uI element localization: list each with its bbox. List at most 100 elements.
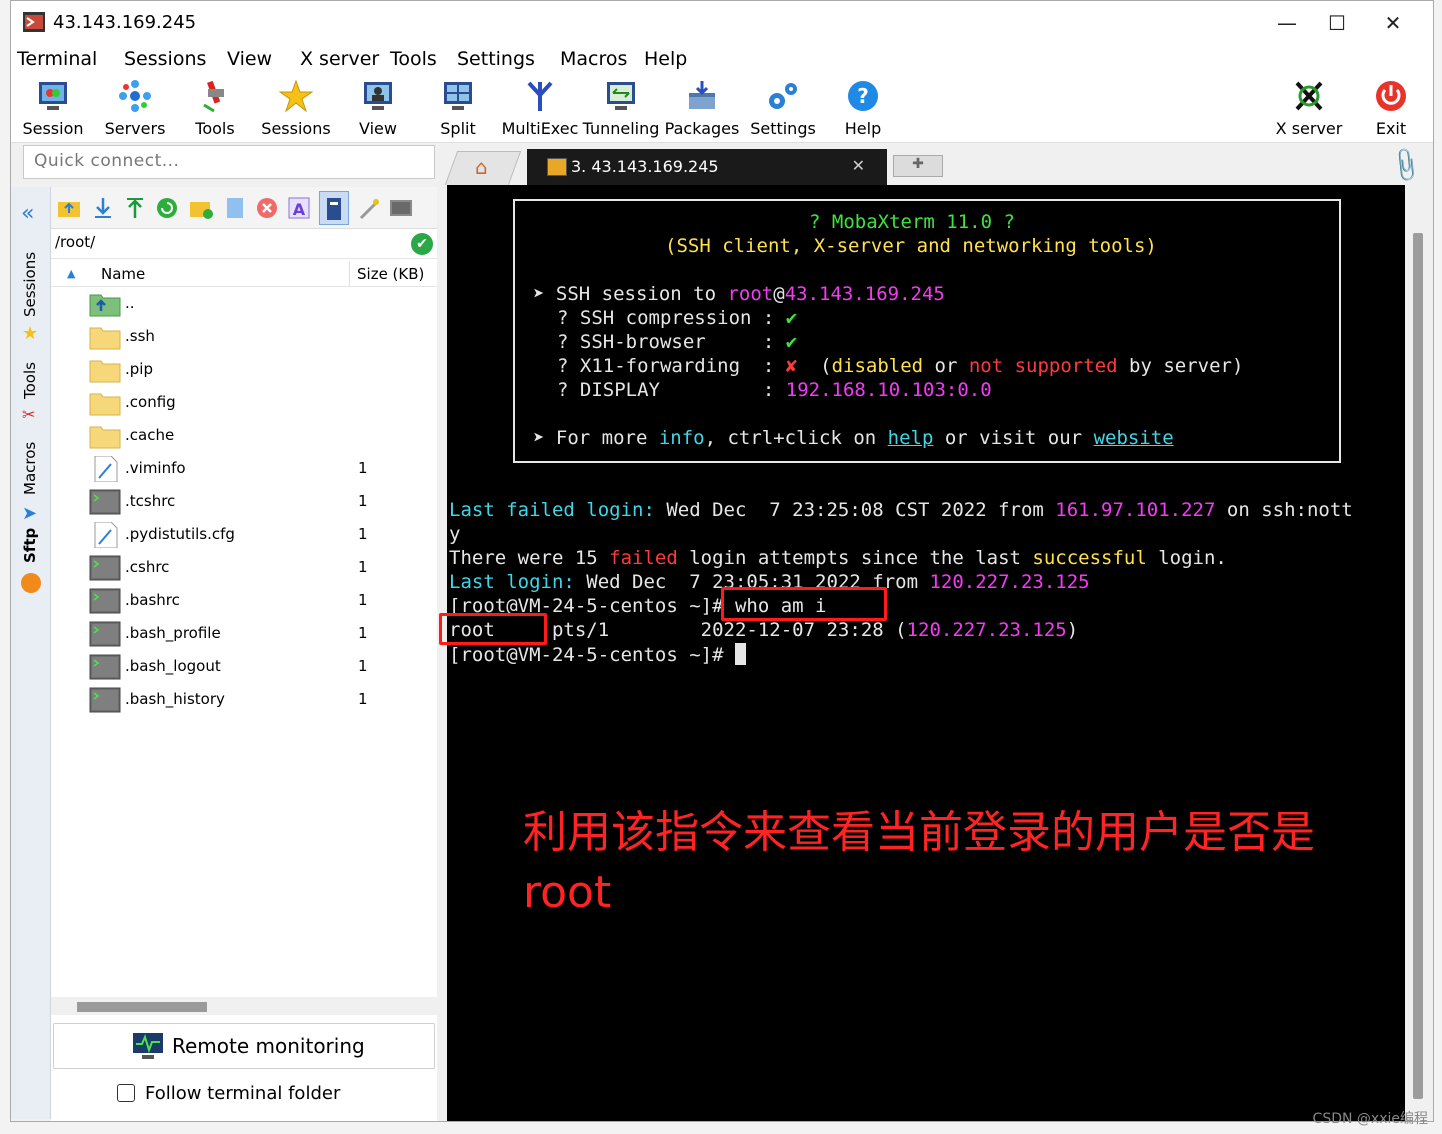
packages-button[interactable]: Packages	[660, 79, 744, 139]
menu-macros[interactable]: Macros	[560, 48, 627, 70]
side-tab-sessions[interactable]: Sessions	[21, 252, 39, 317]
highlight-output-box	[439, 613, 547, 645]
tools-button[interactable]: Tools	[173, 79, 257, 139]
file-row[interactable]: .cshrc 1	[51, 551, 437, 584]
file-row[interactable]: .pip	[51, 353, 437, 386]
file-row[interactable]: .pydistutils.cfg 1	[51, 518, 437, 551]
file-row[interactable]: .cache	[51, 419, 437, 452]
help-button[interactable]: ? Help	[821, 79, 905, 139]
exit-button[interactable]: Exit	[1349, 79, 1433, 139]
tools-icon: ✂	[22, 405, 36, 424]
xserver-icon	[1295, 81, 1323, 111]
help-link[interactable]: help	[888, 427, 934, 449]
file-row[interactable]: .bash_profile 1	[51, 617, 437, 650]
terminal-icon[interactable]	[389, 196, 413, 220]
split-button[interactable]: Split	[416, 79, 500, 139]
star-icon: ★	[22, 323, 39, 344]
session-label: Session	[22, 119, 84, 138]
menu-sessions[interactable]: Sessions	[124, 48, 206, 70]
annotation-text: 利用该指令来查看当前登录的用户是否是root	[523, 807, 1315, 918]
ssh-session-line: ➤ SSH session to root@43.143.169.245	[533, 283, 945, 305]
view-icon	[364, 82, 392, 110]
file-name: .pydistutils.cfg	[125, 525, 235, 543]
watermark: CSDN @xxie编程	[1312, 1111, 1428, 1127]
session-button[interactable]: Session	[11, 79, 95, 139]
file-row[interactable]: ..	[51, 287, 437, 320]
file-name: .bash_profile	[125, 624, 221, 642]
mobaxterm-window: 43.143.169.245 — ☐ ✕ Terminal Sessions V…	[10, 0, 1434, 1122]
terminal-view[interactable]: ? MobaXterm 11.0 ? (SSH client, X-server…	[439, 185, 1405, 1121]
text-file-icon	[89, 521, 121, 549]
svg-text:?: ?	[857, 84, 869, 108]
magic-wand-icon[interactable]	[357, 196, 381, 220]
new-file-icon[interactable]	[223, 196, 247, 220]
close-window-button[interactable]: ✕	[1367, 7, 1419, 39]
file-row[interactable]: .ssh	[51, 320, 437, 353]
menu-terminal[interactable]: Terminal	[17, 48, 97, 70]
new-tab-button[interactable]: ✚	[893, 155, 943, 177]
view-button[interactable]: View	[336, 79, 420, 139]
collapse-chevron-icon[interactable]: «	[21, 201, 34, 226]
paperclip-icon[interactable]: 📎	[1386, 145, 1427, 185]
menu-help[interactable]: Help	[644, 48, 687, 70]
file-row[interactable]: .tcshrc 1	[51, 485, 437, 518]
side-tab-sftp[interactable]: Sftp	[21, 528, 39, 563]
sessions-button[interactable]: Sessions	[254, 79, 338, 139]
multiexec-button[interactable]: MultiExec	[498, 79, 582, 139]
home-icon[interactable]: ⌂	[475, 155, 488, 179]
tunneling-button[interactable]: Tunneling	[579, 79, 663, 139]
refresh-icon[interactable]	[155, 196, 179, 220]
settings-button[interactable]: Settings	[741, 79, 825, 139]
side-tab-tools[interactable]: Tools	[21, 362, 39, 399]
path-bar[interactable]: /root/ ✔	[51, 229, 437, 259]
session-tab[interactable]: 3. 43.143.169.245 ✕	[527, 149, 887, 185]
file-row[interactable]: .bashrc 1	[51, 584, 437, 617]
path-ok-icon[interactable]: ✔	[411, 233, 433, 255]
column-divider	[349, 261, 350, 287]
horizontal-scrollbar[interactable]	[51, 997, 437, 1015]
text-viewer-toggle[interactable]	[319, 191, 349, 225]
rename-icon[interactable]: A	[287, 196, 311, 220]
x-server-button[interactable]: X server	[1267, 79, 1351, 139]
parent-folder-icon[interactable]	[57, 196, 81, 220]
servers-icon	[119, 80, 151, 112]
file-row[interactable]: .config	[51, 386, 437, 419]
menu-x-server[interactable]: X server	[300, 48, 379, 70]
scrollbar-thumb[interactable]	[1413, 233, 1423, 1099]
column-name[interactable]: Name	[101, 265, 145, 283]
follow-terminal-folder-row[interactable]: Follow terminal folder	[117, 1083, 340, 1104]
upload-icon[interactable]	[123, 196, 147, 220]
split-icon	[444, 82, 472, 110]
new-folder-icon[interactable]	[189, 196, 213, 220]
menu-tools[interactable]: Tools	[390, 48, 437, 70]
folder-icon	[89, 423, 121, 449]
side-tab-macros[interactable]: Macros	[21, 442, 39, 495]
highlight-command-box	[721, 587, 887, 621]
download-icon[interactable]	[91, 196, 115, 220]
maximize-button[interactable]: ☐	[1311, 7, 1363, 39]
file-row[interactable]: .bash_logout 1	[51, 650, 437, 683]
terminal-scrollbar[interactable]	[1405, 185, 1433, 1121]
scrollbar-thumb[interactable]	[77, 1002, 207, 1012]
file-name: .tcshrc	[125, 492, 176, 510]
menu-view[interactable]: View	[227, 48, 272, 70]
folder-icon	[89, 324, 121, 350]
quick-connect-input[interactable]: Quick connect...	[23, 145, 435, 179]
delete-icon[interactable]	[255, 196, 279, 220]
menu-settings[interactable]: Settings	[457, 48, 535, 70]
file-size: 1	[358, 624, 368, 642]
remote-monitoring-button[interactable]: Remote monitoring	[53, 1023, 435, 1069]
sessions-label: Sessions	[261, 119, 331, 138]
column-size[interactable]: Size (KB)	[357, 265, 424, 283]
servers-label: Servers	[104, 119, 166, 138]
file-row[interactable]: .bash_history 1	[51, 683, 437, 716]
window-title: 43.143.169.245	[53, 12, 197, 33]
servers-button[interactable]: Servers	[93, 79, 177, 139]
minimize-button[interactable]: —	[1261, 7, 1313, 39]
tools-icon	[203, 80, 224, 113]
follow-terminal-checkbox[interactable]	[117, 1084, 135, 1102]
mobaxterm-app-icon	[23, 12, 45, 32]
website-link[interactable]: website	[1094, 427, 1174, 449]
file-row[interactable]: .viminfo 1	[51, 452, 437, 485]
close-tab-icon[interactable]: ✕	[852, 156, 865, 175]
